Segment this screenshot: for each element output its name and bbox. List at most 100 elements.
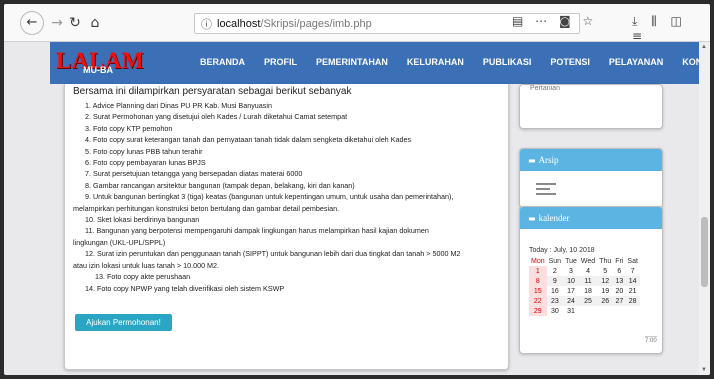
calendar-day[interactable]: 15 xyxy=(529,286,547,296)
weekday-label: Tue xyxy=(565,257,577,265)
menu-item-pemerintahan[interactable]: PEMERINTAHAN xyxy=(316,57,388,67)
calendar-panel-header: ▬ kalender xyxy=(520,207,662,229)
calendar-day[interactable]: 24 xyxy=(563,296,579,306)
back-arrow-icon[interactable]: ← xyxy=(20,11,44,35)
list-item: 9. Untuk bangunan bertingkat 3 (tiga) ke… xyxy=(85,192,454,202)
menu-item-potensi[interactable]: POTENSI xyxy=(550,57,590,67)
scroll-up-icon[interactable]: ▲ xyxy=(701,44,707,50)
main-menu: BERANDA PROFIL PEMERINTAHAN KELURAHAN PU… xyxy=(200,57,710,67)
menu-item-publikasi[interactable]: PUBLIKASI xyxy=(483,57,532,67)
weekday-label: Fri xyxy=(615,257,624,265)
calendar-today: Today : July, 10 2018 xyxy=(529,247,595,254)
url-text: localhost/Skripsi/pages/imb.php xyxy=(217,18,372,30)
calendar-day[interactable]: 20 xyxy=(613,286,625,296)
calendar-day[interactable] xyxy=(613,306,625,316)
list-item: 10. Sket lokasi berdirinya bangunan xyxy=(85,215,200,225)
list-item: melampirkan perhitungan konstruksi beton… xyxy=(73,203,340,213)
menu-item-profil[interactable]: PROFIL xyxy=(264,57,297,67)
calendar-day[interactable]: 3 xyxy=(563,266,579,276)
calendar-panel: ▬ kalender Today : July, 10 2018 Mon Sun … xyxy=(519,206,663,354)
url-host: localhost xyxy=(217,18,261,30)
scroll-down-icon[interactable]: ▼ xyxy=(701,367,707,373)
more-icon[interactable]: ⋯ xyxy=(535,14,547,28)
pocket-icon[interactable]: ◙ xyxy=(559,14,571,28)
home-icon[interactable]: ⌂ xyxy=(84,13,106,33)
calendar-day[interactable]: 10 xyxy=(563,276,579,286)
folder-icon: ▬ xyxy=(528,214,536,223)
list-item: 2. Surat Permohonan yang disetujui oleh … xyxy=(85,112,348,122)
archive-panel-header: ▬ Arsip xyxy=(520,149,662,171)
bookmark-star-icon[interactable]: ☆ xyxy=(582,14,593,28)
toolbar-right-icons: ⤓ ⫼ ◫ ≡ xyxy=(632,14,710,43)
requirements-intro: Bersama ini dilampirkan persyaratan seba… xyxy=(73,86,352,97)
list-item: 6. Foto copy pembayaran lunas BPJS xyxy=(85,158,206,168)
url-path: /Skripsi/pages/imb.php xyxy=(260,18,372,30)
url-actions: ▤ ⋯ ◙ ☆ xyxy=(512,14,601,28)
calendar-day[interactable] xyxy=(625,306,640,316)
calendar-day[interactable]: 30 xyxy=(547,306,563,316)
list-item: 13. Foto copy akte perushaan xyxy=(95,272,191,282)
calendar-day[interactable]: 6 xyxy=(613,266,625,276)
calendar-day[interactable]: 2 xyxy=(547,266,563,276)
calendar-day[interactable]: 25 xyxy=(578,296,598,306)
calendar-day[interactable]: 26 xyxy=(597,296,614,306)
list-item: atau izin lokasi untuk luas tanah > 10.0… xyxy=(73,260,220,270)
menu-item-kelurahan[interactable]: KELURAHAN xyxy=(407,57,464,67)
list-item: 14. Foto copy NPWP yang telah diverifika… xyxy=(85,283,285,293)
panel-cut-text[interactable]: Pertanian xyxy=(530,85,560,92)
reload-icon[interactable]: ↻ xyxy=(64,13,86,33)
browser-window: ← → ↻ ⌂ ⓘ localhost/Skripsi/pages/imb.ph… xyxy=(4,4,710,375)
calendar-day[interactable]: 22 xyxy=(529,296,547,306)
archive-panel: ▬ Arsip xyxy=(519,148,663,208)
list-item: 4. Foto copy surat keterangan tanah dan … xyxy=(85,135,412,145)
browser-toolbar: ← → ↻ ⌂ ⓘ localhost/Skripsi/pages/imb.ph… xyxy=(4,4,710,43)
site-header: LALAM MU-BA BERANDA PROFIL PEMERINTAHAN … xyxy=(50,42,710,84)
calendar-day[interactable]: 23 xyxy=(546,296,564,306)
calendar-day[interactable]: 12 xyxy=(597,276,614,286)
sidebar-panel-top: Pertanian xyxy=(519,84,663,129)
menu-item-beranda[interactable]: BERANDA xyxy=(200,57,245,67)
download-icon[interactable]: ⤓ xyxy=(632,14,637,28)
calendar-day[interactable]: 13 xyxy=(613,276,626,286)
calendar-day[interactable] xyxy=(579,306,597,316)
calendar-day[interactable]: 19 xyxy=(597,286,613,296)
calendar-day[interactable]: 16 xyxy=(547,286,563,296)
calendar-grid: Mon Sun Tue Wed Thu Fri Sat 1 2 3 4 5 6 … xyxy=(529,256,640,316)
list-item: 11. Bangunan yang berpotensi mempengaruh… xyxy=(85,226,429,236)
calendar-day[interactable]: 9 xyxy=(546,276,564,286)
list-item: 7. Surat persetujuan tetangga yang berse… xyxy=(85,169,303,179)
list-item: 12. Surat izin peruntukan dan penggunaan… xyxy=(85,249,461,259)
folder-icon: ▬ xyxy=(528,156,536,165)
calendar-day[interactable]: 17 xyxy=(563,286,579,296)
calendar-day[interactable] xyxy=(597,306,613,316)
calendar-title: kalender xyxy=(538,213,570,223)
calendar-day[interactable]: 4 xyxy=(579,266,597,276)
calendar-day[interactable]: 27 xyxy=(613,296,626,306)
sidebar-icon[interactable]: ◫ xyxy=(671,14,682,28)
requirements-card: Bersama ini dilampirkan persyaratan seba… xyxy=(64,84,509,370)
logo-sub-text: MU-BA xyxy=(83,65,113,75)
calendar-day[interactable]: 28 xyxy=(625,296,640,306)
calendar-day[interactable]: 11 xyxy=(578,276,598,286)
list-item: 5. Foto copy lunas PBB tahun terahir xyxy=(85,146,203,156)
calendar-day[interactable]: 21 xyxy=(625,286,640,296)
page-scrollbar[interactable]: ▲ ▼ xyxy=(699,42,710,375)
calendar-day[interactable]: 31 xyxy=(563,306,579,316)
document-list-icon[interactable] xyxy=(536,183,556,199)
menu-icon[interactable]: ≡ xyxy=(632,29,642,43)
menu-item-pelayanan[interactable]: PELAYANAN xyxy=(609,57,663,67)
submit-application-button[interactable]: Ajukan Permohonan! xyxy=(75,314,172,331)
calendar-day[interactable]: 29 xyxy=(529,306,547,316)
calendar-day[interactable]: 18 xyxy=(579,286,597,296)
calendar-day[interactable]: 1 xyxy=(529,266,547,276)
calendar-day[interactable]: 14 xyxy=(625,276,640,286)
calendar-day[interactable]: 5 xyxy=(597,266,613,276)
site-logo[interactable]: LALAM MU-BA xyxy=(56,48,144,75)
scrollbar-thumb[interactable] xyxy=(701,217,708,287)
calendar-day[interactable]: 7 xyxy=(625,266,640,276)
calendar-day[interactable]: 8 xyxy=(529,276,547,286)
library-icon[interactable]: ⫼ xyxy=(651,14,657,28)
reader-view-icon[interactable]: ▤ xyxy=(512,14,523,28)
info-icon[interactable]: ⓘ xyxy=(201,16,212,32)
list-item: 8. Gambar rancangan arsitektur bangunan … xyxy=(85,180,355,190)
